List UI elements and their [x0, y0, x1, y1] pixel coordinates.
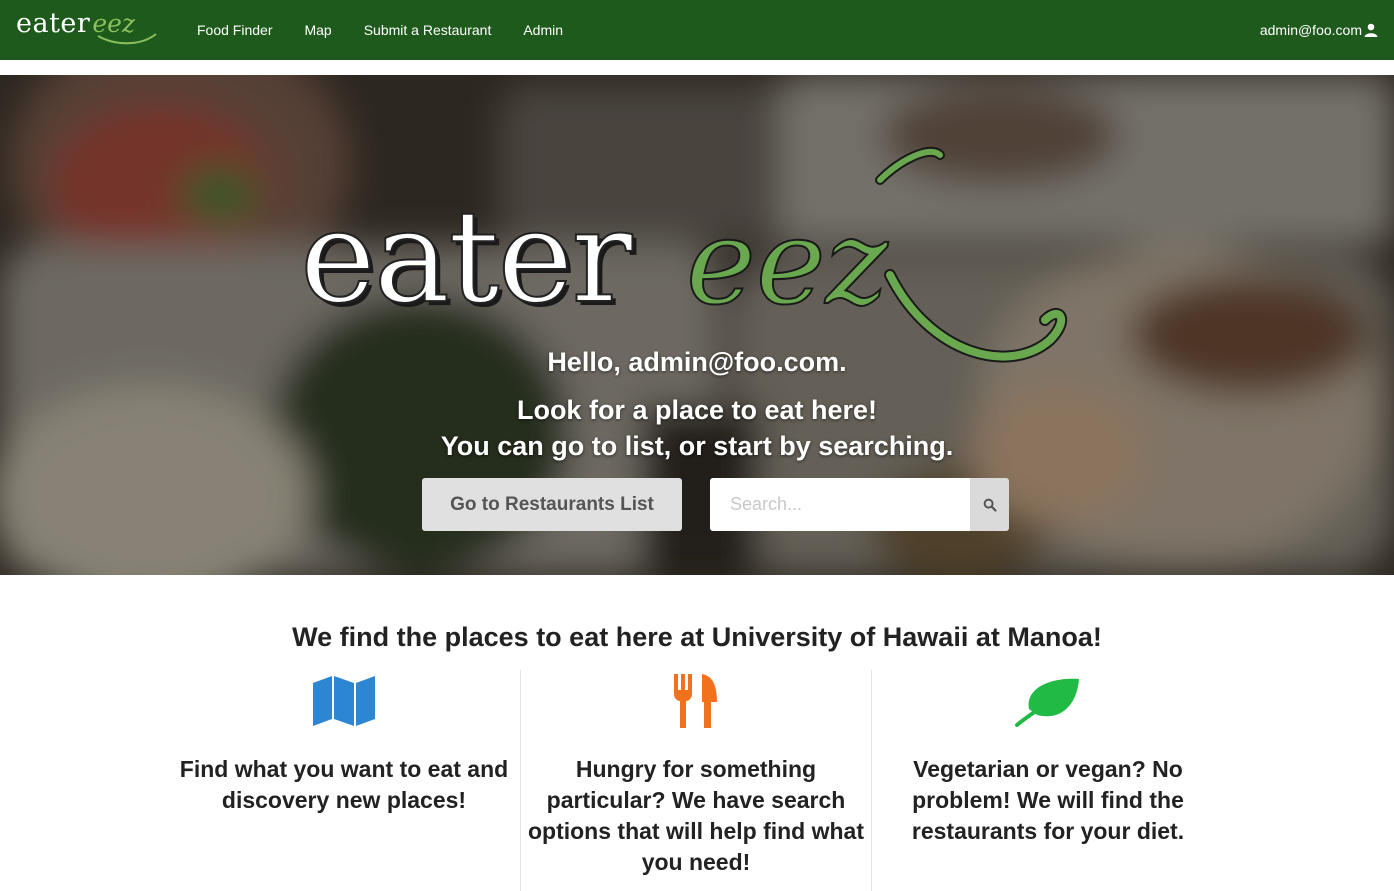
- user-menu[interactable]: admin@foo.com: [1260, 0, 1378, 60]
- search-input[interactable]: [710, 478, 970, 531]
- nav-submit-restaurant[interactable]: Submit a Restaurant: [348, 22, 508, 38]
- nav-food-finder[interactable]: Food Finder: [181, 22, 288, 38]
- hero-logo: eater eater eez: [299, 146, 1068, 363]
- hero-logo-accent: eez: [686, 193, 889, 331]
- hero-subtitle-2: You can go to list, or start by searchin…: [440, 431, 954, 461]
- feature-text-find: Find what you want to eat and discovery …: [179, 756, 509, 813]
- go-to-restaurants-button[interactable]: Go to Restaurants List: [422, 478, 682, 531]
- hero-logo-main-front: eater: [300, 183, 633, 332]
- nav-links: Food Finder Map Submit a Restaurant Admi…: [181, 0, 579, 60]
- leaf-icon: [1015, 678, 1079, 727]
- nav-admin[interactable]: Admin: [507, 22, 579, 38]
- nav-map[interactable]: Map: [288, 22, 347, 38]
- search-bar: [710, 478, 1009, 531]
- brand-swirl-icon: [97, 33, 157, 45]
- brand-logo-main: eater: [16, 8, 91, 39]
- hero-banner: eater eater eez Hello, admin@foo.com. Lo…: [0, 75, 1394, 575]
- greeting: Hello, admin@foo.com.: [547, 347, 847, 377]
- search-icon: [983, 498, 997, 512]
- tagline: We find the places to eat here at Univer…: [292, 622, 1102, 652]
- feature-column-diet: Vegetarian or vegan? No problem! We will…: [872, 670, 1224, 847]
- feature-column-find: Find what you want to eat and discovery …: [168, 670, 520, 816]
- feature-column-search: Hungry for something particular? We have…: [520, 670, 872, 891]
- feature-text-diet: Vegetarian or vegan? No problem! We will…: [911, 756, 1185, 844]
- user-email: admin@foo.com: [1259, 22, 1362, 38]
- user-icon: [1364, 23, 1378, 37]
- hero-subtitle-1: Look for a place to eat here!: [516, 395, 878, 425]
- top-navbar: eater eez Food Finder Map Submit a Resta…: [0, 0, 1394, 60]
- utensils-icon: [674, 674, 717, 728]
- map-icon: [313, 676, 375, 726]
- search-button[interactable]: [970, 478, 1009, 531]
- feature-text-search: Hungry for something particular? We have…: [527, 756, 865, 875]
